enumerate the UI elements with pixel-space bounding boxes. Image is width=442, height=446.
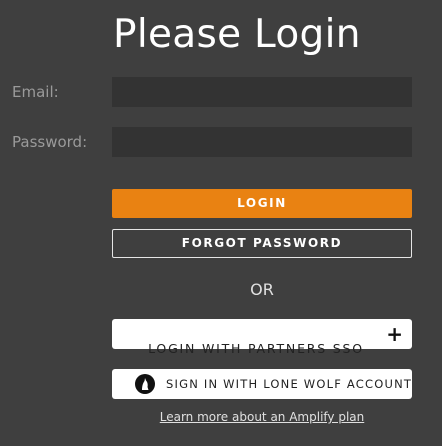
lone-wolf-signin-label: SIGN IN WITH LONE WOLF ACCOUNT	[166, 377, 413, 391]
wolf-logo-icon	[135, 374, 155, 394]
login-page: Please Login Email: Password: LOGIN FORG…	[0, 0, 442, 446]
forgot-password-button[interactable]: FORGOT PASSWORD	[112, 229, 412, 258]
page-title: Please Login	[113, 12, 361, 57]
or-separator: OR	[250, 280, 274, 299]
lone-wolf-signin-button[interactable]: SIGN IN WITH LONE WOLF ACCOUNT	[112, 369, 412, 399]
partners-sso-label: LOGIN WITH PARTNERS SSO	[148, 341, 364, 356]
login-button[interactable]: LOGIN	[112, 189, 412, 218]
email-field[interactable]	[112, 77, 412, 107]
plus-icon: +	[386, 322, 403, 346]
password-label: Password:	[12, 133, 88, 151]
email-label: Email:	[12, 83, 59, 101]
password-field[interactable]	[112, 127, 412, 157]
learn-more-link[interactable]: Learn more about an Amplify plan	[112, 407, 412, 427]
partners-sso-button[interactable]: LOGIN WITH PARTNERS SSO +	[112, 319, 412, 356]
